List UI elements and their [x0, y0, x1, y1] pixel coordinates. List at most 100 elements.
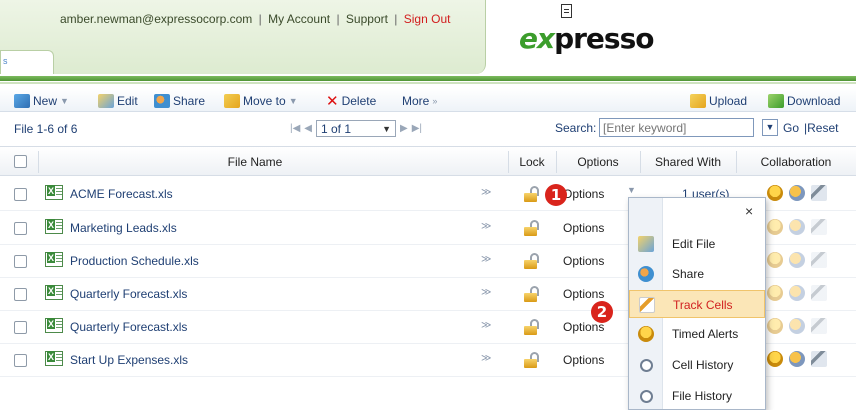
expand-chevron-icon[interactable]: ≫ [481, 254, 491, 265]
row-checkbox[interactable] [14, 188, 27, 201]
last-page-icon[interactable]: ▶| [412, 123, 422, 134]
close-icon[interactable]: × [745, 203, 753, 219]
column-lock[interactable]: Lock [508, 147, 556, 177]
options-dropdown[interactable]: Options [563, 221, 604, 235]
annotate-pen-icon[interactable] [811, 219, 827, 235]
chevron-down-icon: ▼ [60, 95, 69, 106]
track-cells-icon [639, 297, 655, 313]
menu-item-timed-alerts[interactable]: Timed Alerts [629, 320, 765, 348]
delete-button[interactable]: ✕ Delete [326, 92, 376, 110]
chat-icon[interactable] [789, 219, 805, 235]
options-dropdown-arrow-icon[interactable]: ▼ [627, 185, 636, 195]
move-to-button[interactable]: Move to ▼ [224, 92, 298, 109]
menu-item-share[interactable]: Share [629, 260, 765, 288]
new-button[interactable]: New ▼ [14, 92, 69, 109]
edit-button[interactable]: Edit [98, 92, 138, 109]
upload-button[interactable]: Upload [690, 92, 747, 109]
logo-wordmark: expresso [519, 22, 654, 55]
file-name-link[interactable]: Quarterly Forecast.xls [70, 287, 187, 301]
chat-icon[interactable] [789, 252, 805, 268]
search-input[interactable] [599, 118, 754, 137]
chat-icon[interactable] [789, 318, 805, 334]
row-checkbox[interactable] [14, 222, 27, 235]
alert-bell-icon[interactable] [767, 219, 783, 235]
alert-bell-icon[interactable] [767, 285, 783, 301]
expand-chevron-icon[interactable]: ≫ [481, 187, 491, 198]
logo-document-icon [561, 4, 572, 18]
page-select[interactable]: 1 of 1 ▼ [316, 120, 396, 137]
expand-chevron-icon[interactable]: ≫ [481, 320, 491, 331]
my-account-link[interactable]: My Account [268, 12, 330, 26]
menu-item-label: Edit File [672, 237, 716, 251]
go-button[interactable]: Go [783, 121, 799, 135]
next-page-icon[interactable]: ▶ [400, 123, 408, 134]
column-file-name[interactable]: File Name [38, 147, 472, 177]
unlocked-icon[interactable] [524, 186, 540, 202]
row-checkbox[interactable] [14, 321, 27, 334]
support-link[interactable]: Support [346, 12, 388, 26]
unlocked-icon[interactable] [524, 220, 540, 236]
chat-icon[interactable] [789, 351, 805, 367]
reset-button[interactable]: |Reset [804, 121, 838, 135]
expand-chevron-icon[interactable]: ≫ [481, 287, 491, 298]
share-button[interactable]: Share [154, 92, 205, 109]
collaboration-icons [767, 252, 827, 268]
row-checkbox[interactable] [14, 288, 27, 301]
more-button[interactable]: More » [402, 92, 437, 109]
search-options-dropdown[interactable]: ▼ [762, 119, 778, 136]
download-button[interactable]: Download [768, 92, 840, 109]
excel-file-icon [45, 351, 63, 366]
page-select-value: 1 of 1 [321, 121, 352, 136]
share-icon [638, 266, 654, 282]
file-table-header: File Name Lock Options Shared With Colla… [0, 146, 856, 176]
annotate-pen-icon[interactable] [811, 351, 827, 367]
menu-item-edit-file[interactable]: Edit File [629, 230, 765, 258]
options-dropdown[interactable]: Options [563, 254, 604, 268]
chat-icon[interactable] [789, 185, 805, 201]
file-name-link[interactable]: Quarterly Forecast.xls [70, 320, 187, 334]
prev-page-icon[interactable]: ◀ [304, 123, 312, 134]
header-divider-light [0, 82, 856, 84]
chevron-down-icon: ▼ [382, 123, 391, 134]
first-page-icon[interactable]: |◀ [290, 123, 300, 134]
options-dropdown[interactable]: Options [563, 287, 604, 301]
expand-chevron-icon[interactable]: ≫ [481, 221, 491, 232]
menu-item-track-cells[interactable]: Track Cells [629, 290, 765, 318]
column-collaboration[interactable]: Collaboration [736, 147, 856, 177]
menu-item-label: Share [672, 267, 705, 281]
file-name-link[interactable]: Production Schedule.xls [70, 254, 199, 268]
annotate-pen-icon[interactable] [811, 252, 827, 268]
unlocked-icon[interactable] [524, 319, 540, 335]
file-name-link[interactable]: Start Up Expenses.xls [70, 353, 188, 367]
left-tab[interactable]: s [0, 50, 54, 74]
row-checkbox[interactable] [14, 255, 27, 268]
menu-item-file-history[interactable]: File History [629, 382, 765, 410]
alert-bell-icon[interactable] [767, 318, 783, 334]
file-toolbar: New ▼ Edit Share Move to ▼ ✕ Delete More… [0, 88, 856, 112]
column-options[interactable]: Options [556, 147, 640, 177]
file-name-link[interactable]: Marketing Leads.xls [70, 221, 177, 235]
annotate-pen-icon[interactable] [811, 318, 827, 334]
menu-item-cell-history[interactable]: Cell History [629, 351, 765, 379]
annotate-pen-icon[interactable] [811, 285, 827, 301]
options-dropdown[interactable]: Options [563, 353, 604, 367]
expand-chevron-icon[interactable]: ≫ [481, 353, 491, 364]
unlocked-icon[interactable] [524, 352, 540, 368]
sign-out-link[interactable]: Sign Out [404, 12, 451, 26]
select-all-checkbox[interactable] [14, 155, 27, 168]
share-icon [154, 93, 170, 108]
download-label: Download [787, 93, 841, 108]
file-name-link[interactable]: ACME Forecast.xls [70, 187, 173, 201]
alert-bell-icon[interactable] [767, 185, 783, 201]
chat-icon[interactable] [789, 285, 805, 301]
annotate-pen-icon[interactable] [811, 185, 827, 201]
alert-bell-icon[interactable] [767, 351, 783, 367]
row-checkbox[interactable] [14, 354, 27, 367]
alert-bell-icon[interactable] [767, 252, 783, 268]
options-dropdown[interactable]: Options [563, 187, 604, 201]
column-shared-with[interactable]: Shared With [640, 147, 736, 177]
menu-item-label: File History [672, 389, 733, 403]
double-chevron-down-icon: » [432, 95, 438, 106]
unlocked-icon[interactable] [524, 286, 540, 302]
unlocked-icon[interactable] [524, 253, 540, 269]
